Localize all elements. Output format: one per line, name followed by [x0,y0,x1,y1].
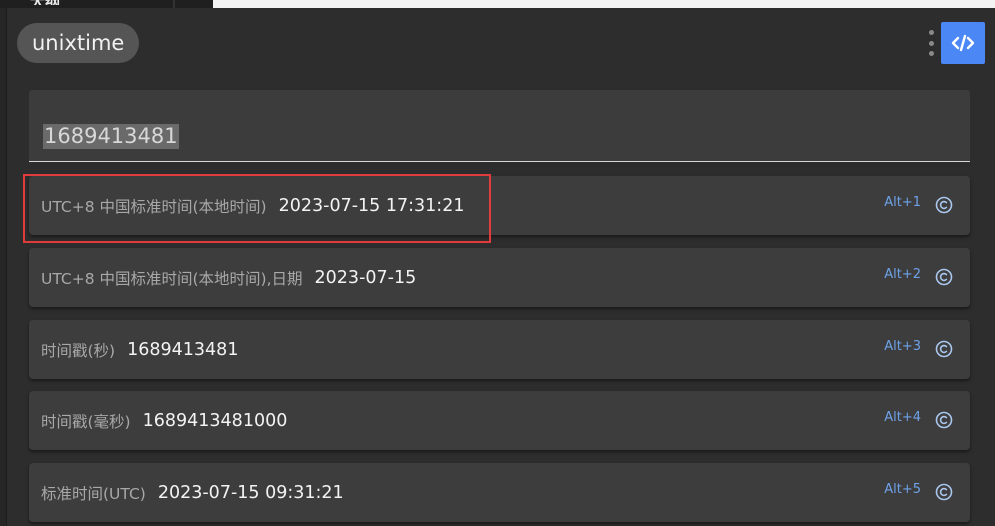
result-description: UTC+8 中国标准时间(本地时间),日期 [41,269,303,288]
search-input-value[interactable]: 1689413481 [43,124,179,149]
result-shortcut: Alt+1 [884,195,921,210]
copyright-icon[interactable] [935,411,953,429]
search-input[interactable]: 1689413481 [29,90,970,162]
code-icon [951,34,975,52]
result-description: 时间戳(秒) [41,341,116,360]
more-vertical-icon-dot [928,40,934,46]
copyright-icon[interactable] [935,340,953,358]
result-shortcut: Alt+5 [884,482,921,497]
result-item[interactable]: 标准时间(UTC) 2023-07-15 09:31:21 Alt+5 [29,463,970,522]
copyright-icon[interactable] [935,268,953,286]
plugin-name-chip[interactable]: unixtime [17,23,140,63]
more-options-button[interactable] [924,28,938,58]
code-view-button[interactable] [941,22,985,64]
result-value: 2023-07-15 [314,267,417,288]
result-description: 时间戳(毫秒) [41,412,131,431]
result-shortcut: Alt+2 [884,267,921,282]
background-divider [173,0,175,8]
highlight-annotation-box [23,174,491,243]
result-value: 2023-07-15 09:31:21 [157,482,344,503]
copyright-icon[interactable] [935,196,953,214]
result-shortcut: Alt+4 [884,410,921,425]
result-description: 标准时间(UTC) [41,484,146,503]
result-value: 1689413481 [127,339,239,360]
more-vertical-icon-dot [928,30,934,35]
result-item[interactable]: 时间戳(毫秒) 1689413481000 Alt+4 [29,391,970,450]
result-shortcut: Alt+3 [884,339,921,354]
background-outline-label: 大纲 [30,0,60,5]
more-vertical-icon-dot [928,51,934,56]
result-item[interactable]: 时间戳(秒) 1689413481 Alt+3 [29,320,970,379]
result-item[interactable]: UTC+8 中国标准时间(本地时间),日期 2023-07-15 Alt+2 [29,248,970,307]
result-value: 1689413481000 [142,410,288,431]
background-sidebar-strip: 大纲 [0,0,213,8]
copyright-icon[interactable] [935,483,953,501]
